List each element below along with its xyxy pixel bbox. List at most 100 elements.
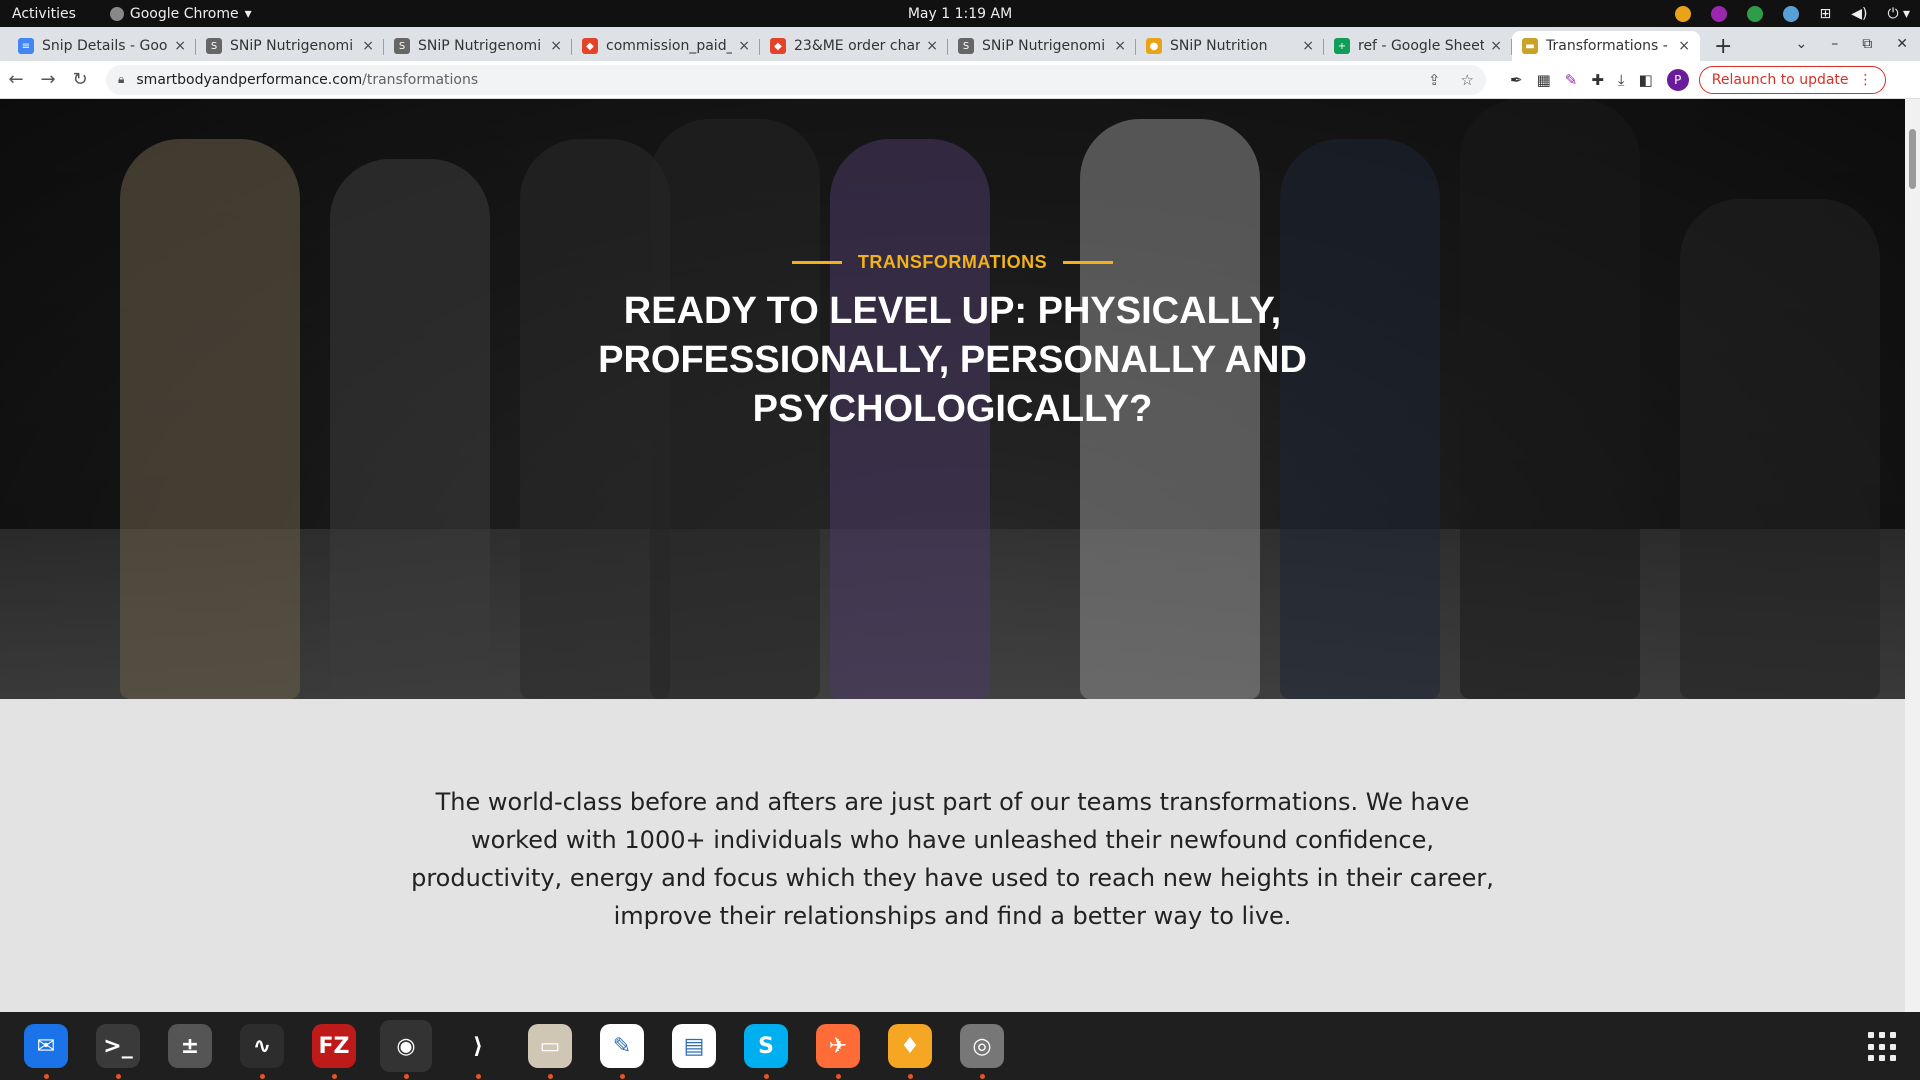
- browser-tab[interactable]: ● SNiP Nutrition ×: [1136, 31, 1324, 61]
- browser-tab[interactable]: ◆ 23&ME order char ×: [760, 31, 948, 61]
- tab-title: Snip Details - Goo: [42, 38, 168, 54]
- tab-title: SNiP Nutrigenomi: [230, 38, 354, 54]
- tab-favicon-icon: S: [958, 38, 974, 54]
- dock-glyph: >_: [96, 1024, 140, 1068]
- app-tray-icon[interactable]: [1711, 5, 1728, 22]
- browser-tab[interactable]: ◆ commission_paid_ ×: [572, 31, 760, 61]
- page-viewport: TRANSFORMATIONS READY TO LEVEL UP: PHYSI…: [0, 99, 1905, 1012]
- disk-icon[interactable]: ◎: [956, 1020, 1008, 1079]
- libreoffice-writer-icon[interactable]: ▤: [668, 1020, 720, 1072]
- restore-icon[interactable]: ⧉: [1862, 36, 1872, 52]
- firebase-icon[interactable]: ♦: [884, 1020, 936, 1079]
- lock-icon[interactable]: 🔒︎: [118, 72, 124, 87]
- sync-tray-icon[interactable]: [1783, 5, 1800, 22]
- thunderbird-icon[interactable]: ✉: [20, 1020, 72, 1079]
- dock-glyph: ▤: [672, 1024, 716, 1068]
- dock-glyph: ±: [168, 1024, 212, 1068]
- tab-close-icon[interactable]: ×: [926, 38, 938, 54]
- skype-icon[interactable]: S: [740, 1020, 792, 1079]
- hero-headline: READY TO LEVEL UP: PHYSICALLY, PROFESSIO…: [598, 290, 1307, 430]
- browser-tab[interactable]: + ref - Google Sheet ×: [1324, 31, 1512, 61]
- messaging-tray-icon[interactable]: [1747, 5, 1764, 22]
- show-applications-icon[interactable]: [1868, 1032, 1898, 1062]
- tab-close-icon[interactable]: ×: [1678, 38, 1690, 54]
- pen-extension-icon[interactable]: ✎: [1565, 71, 1578, 89]
- new-tab-button[interactable]: +: [1700, 31, 1746, 61]
- tab-close-icon[interactable]: ×: [550, 38, 562, 54]
- browser-tab[interactable]: S SNiP Nutrigenomi ×: [384, 31, 572, 61]
- url-host: smartbodyandperformance.com: [136, 71, 363, 88]
- files-icon[interactable]: ▭: [524, 1020, 576, 1079]
- tab-title: SNiP Nutrigenomi: [418, 38, 542, 54]
- activities-button[interactable]: Activities: [0, 6, 88, 22]
- tab-title: ref - Google Sheet: [1358, 38, 1485, 54]
- reload-icon[interactable]: ↻: [64, 69, 96, 90]
- tab-search-icon[interactable]: ⌄: [1796, 36, 1808, 52]
- hero-section: TRANSFORMATIONS READY TO LEVEL UP: PHYSI…: [0, 99, 1905, 699]
- browser-tab[interactable]: S SNiP Nutrigenomi ×: [196, 31, 384, 61]
- clock[interactable]: May 1 1:19 AM: [908, 6, 1012, 22]
- share-icon[interactable]: ⇪: [1428, 71, 1441, 89]
- tab-favicon-icon: ●: [1146, 38, 1162, 54]
- vscode-icon[interactable]: ⟩: [452, 1020, 504, 1079]
- dock-glyph: ⟩: [456, 1024, 500, 1068]
- text-editor-icon[interactable]: ✎: [596, 1020, 648, 1079]
- browser-tab[interactable]: ▬ Transformations - ×: [1512, 31, 1700, 61]
- eyebrow-rule-left: [791, 261, 842, 264]
- browser-tab[interactable]: ≡ Snip Details - Goo ×: [8, 31, 196, 61]
- page-scrollbar[interactable]: [1905, 99, 1920, 1012]
- chrome-icon[interactable]: ◉: [380, 1020, 432, 1079]
- tab-title: 23&ME order char: [794, 38, 921, 54]
- filezilla-icon[interactable]: FZ: [308, 1020, 360, 1079]
- side-panel-icon[interactable]: ◧: [1639, 71, 1653, 89]
- postman-icon[interactable]: ✈: [812, 1020, 864, 1079]
- scrollbar-thumb[interactable]: [1909, 129, 1916, 189]
- minimize-icon[interactable]: –: [1831, 36, 1838, 52]
- system-tray: ⊞ ◀) ⏻ ▾: [1675, 0, 1910, 27]
- system-monitor-icon[interactable]: ∿: [236, 1020, 288, 1079]
- dock-glyph: S: [744, 1024, 788, 1068]
- close-window-icon[interactable]: ✕: [1896, 36, 1908, 52]
- calculator-icon[interactable]: ±: [164, 1020, 216, 1072]
- dock-glyph: ✉: [24, 1024, 68, 1068]
- app-menu[interactable]: Google Chrome ▾: [88, 6, 252, 22]
- tab-favicon-icon: ◆: [770, 38, 786, 54]
- chrome-small-icon: [109, 6, 124, 21]
- browser-tab[interactable]: S SNiP Nutrigenomi ×: [948, 31, 1136, 61]
- puzzle-extensions-icon[interactable]: ✚: [1591, 71, 1604, 89]
- download-icon[interactable]: ⤓: [1618, 71, 1625, 89]
- eyebrow-label: TRANSFORMATIONS: [857, 252, 1048, 272]
- caret-down-icon: ▾: [244, 5, 252, 22]
- dock: ✉ >_ ± ∿ FZ ◉ ⟩ ▭ ✎ ▤ S ✈ ♦ ◎: [0, 1012, 1920, 1080]
- calendar-extension-icon[interactable]: ▦: [1537, 71, 1551, 89]
- tab-close-icon[interactable]: ×: [362, 38, 374, 54]
- app-menu-label: Google Chrome: [129, 5, 239, 22]
- tab-favicon-icon: ≡: [18, 38, 34, 54]
- terminal-icon[interactable]: >_: [92, 1020, 144, 1079]
- dock-glyph: ♦: [888, 1024, 932, 1068]
- chrome-tray-icon[interactable]: [1675, 5, 1692, 22]
- tab-close-icon[interactable]: ×: [738, 38, 750, 54]
- power-icon[interactable]: ⏻ ▾: [1887, 6, 1910, 22]
- dock-glyph: ◉: [384, 1024, 428, 1068]
- tab-favicon-icon: ▬: [1522, 38, 1538, 54]
- profile-avatar[interactable]: P: [1666, 68, 1689, 91]
- tab-close-icon[interactable]: ×: [1490, 38, 1502, 54]
- tab-favicon-icon: ◆: [582, 38, 598, 54]
- tab-close-icon[interactable]: ×: [1114, 38, 1126, 54]
- eyebrow-rule-right: [1063, 261, 1114, 264]
- bookmark-star-icon[interactable]: ☆: [1461, 71, 1474, 89]
- tab-close-icon[interactable]: ×: [1302, 38, 1314, 54]
- url-path: /transformations: [362, 71, 479, 88]
- back-icon[interactable]: ←: [0, 69, 32, 90]
- tab-close-icon[interactable]: ×: [174, 38, 186, 54]
- forward-icon[interactable]: →: [32, 69, 64, 90]
- volume-icon[interactable]: ◀): [1851, 6, 1867, 22]
- address-bar[interactable]: 🔒︎ smartbodyandperformance.com/transform…: [106, 64, 1486, 95]
- tab-favicon-icon: S: [394, 38, 410, 54]
- more-vert-icon: ⋮: [1858, 71, 1873, 88]
- eyedropper-extension-icon[interactable]: ✒: [1510, 71, 1523, 89]
- network-icon[interactable]: ⊞: [1819, 6, 1831, 22]
- relaunch-button[interactable]: Relaunch to update ⋮: [1698, 65, 1886, 94]
- dock-glyph: ✈: [816, 1024, 860, 1068]
